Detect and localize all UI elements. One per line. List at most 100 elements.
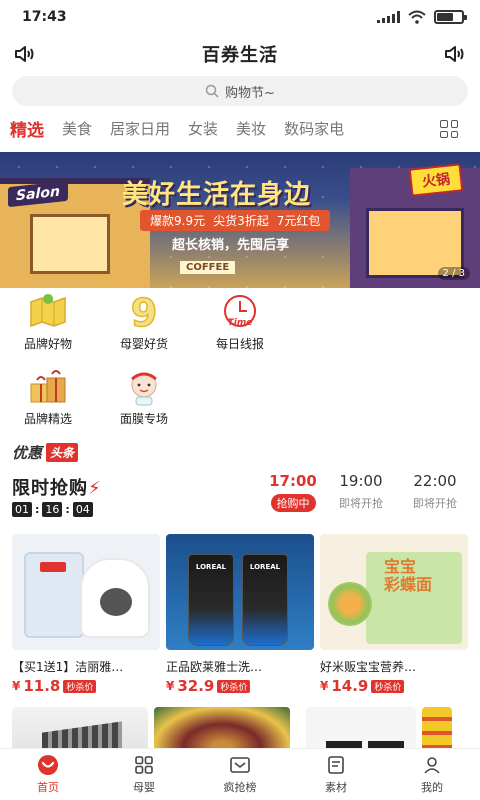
headline-news-bar[interactable]: 优惠 头条	[0, 440, 480, 464]
status-icons	[377, 10, 467, 24]
nav-mine[interactable]: 我的	[384, 749, 480, 800]
product-name: 【买1送1】洁丽雅…	[12, 660, 124, 674]
flash-sale-products: 【买1送1】洁丽雅… ¥ 11.8 秒杀价 正品欧莱雅士洗… ¥ 32.9 秒杀…	[0, 534, 480, 695]
nav-home[interactable]: 首页	[0, 749, 96, 800]
slot-time: 17:00	[269, 472, 317, 490]
flash-sale-title-text: 限时抢购	[12, 478, 88, 499]
banner-headline: 美好生活在身边	[122, 180, 312, 210]
speaker-right-icon[interactable]	[442, 41, 468, 67]
document-icon	[325, 754, 347, 776]
tab-digital[interactable]: 数码家电	[284, 118, 344, 139]
nav-label: 我的	[421, 781, 443, 794]
quick-item-daily-news[interactable]: Time 每日线报	[192, 288, 288, 361]
app-screen: 17:43 百券生活 购物节~ 精选 美食 居家日用 女装 美妆 数码家电 Sa…	[0, 0, 480, 800]
banner-offer: 尖货3折起	[213, 214, 269, 228]
product-image	[166, 534, 314, 650]
gift-boxes-icon	[26, 367, 70, 407]
flash-slot-1700[interactable]: 17:00 抢购中	[258, 472, 328, 512]
quick-item-label: 每日线报	[215, 337, 264, 351]
svg-text:9: 9	[131, 293, 157, 331]
price-value: 32.9	[177, 677, 215, 695]
speaker-left-icon[interactable]	[12, 41, 38, 67]
product-price: ¥ 11.8 秒杀价	[12, 677, 160, 695]
category-grid-icon[interactable]	[440, 120, 458, 138]
tab-food[interactable]: 美食	[62, 118, 92, 139]
flash-slot-2200[interactable]: 22:00 即将开抢	[400, 472, 470, 512]
flash-sale-title: 限时抢购⚡	[12, 474, 102, 500]
quick-item-label: 面膜专场	[119, 412, 168, 426]
product-card[interactable]: 【买1送1】洁丽雅… ¥ 11.8 秒杀价	[12, 534, 160, 695]
price-tag: 秒杀价	[63, 679, 97, 693]
flash-sale-header: 限时抢购⚡ 01 : 16 : 04 17:00 抢购中 19:00 即将开抢 …	[0, 470, 480, 528]
banner-slogan: 超长核销，先囤后享	[172, 238, 290, 253]
tab-beauty[interactable]: 美妆	[236, 118, 266, 139]
lightning-icon: ⚡	[88, 478, 102, 499]
price-currency: ¥	[12, 679, 21, 693]
svg-text:Time: Time	[228, 318, 253, 328]
countdown-minutes: 16	[42, 502, 63, 517]
slot-status: 即将开抢	[339, 497, 383, 510]
signal-icon	[377, 11, 400, 23]
slot-status: 抢购中	[270, 494, 316, 512]
promo-banner[interactable]: Salon 火锅 COFFEE 美好生活在身边 爆款9.9元 尖货3折起 7元红…	[0, 152, 480, 288]
product-price: ¥ 32.9 秒杀价	[166, 677, 314, 695]
quick-item-baby-goods[interactable]: 9 母婴好货	[96, 288, 192, 361]
battery-icon	[434, 10, 467, 24]
price-currency: ¥	[320, 679, 329, 693]
tab-home[interactable]: 居家日用	[110, 118, 170, 139]
quick-item-face-mask[interactable]: 面膜专场	[96, 363, 192, 436]
slot-status: 即将开抢	[413, 497, 457, 510]
quick-item-brand-picks[interactable]: 品牌精选	[0, 363, 96, 436]
wifi-icon	[408, 10, 426, 24]
tab-selected[interactable]: 精选	[10, 116, 44, 141]
price-tag: 秒杀价	[217, 679, 251, 693]
nav-label: 母婴	[133, 781, 155, 794]
headline-logo-part1: 优惠	[12, 443, 43, 462]
page-title: 百券生活	[202, 45, 278, 66]
nav-label: 首页	[37, 781, 59, 794]
banner-offer: 7元红包	[276, 214, 321, 228]
product-image	[12, 534, 160, 650]
slot-time: 22:00	[413, 472, 457, 490]
status-time: 17:43	[22, 9, 67, 25]
headline-logo-part2: 头条	[46, 442, 79, 462]
search-bar[interactable]: 购物节~	[12, 76, 468, 106]
product-name: 好米贩宝宝营养…	[320, 660, 417, 674]
nav-material[interactable]: 素材	[288, 749, 384, 800]
search-icon	[205, 84, 219, 98]
nav-hot-rank[interactable]: 疯抢榜	[192, 749, 288, 800]
countdown-timer: 01 : 16 : 04	[12, 502, 93, 517]
product-card[interactable]: 宝宝 彩蝶面 好米贩宝宝营养… ¥ 14.9 秒杀价	[320, 534, 468, 695]
countdown-seconds: 04	[72, 502, 93, 517]
quick-item-label: 品牌精选	[23, 412, 72, 426]
nav-label: 素材	[325, 781, 347, 794]
flash-slot-1900[interactable]: 19:00 即将开抢	[326, 472, 396, 512]
number-9-icon: 9	[122, 292, 166, 332]
status-bar: 17:43	[0, 0, 480, 34]
price-tag: 秒杀价	[371, 679, 405, 693]
tab-women[interactable]: 女装	[188, 118, 218, 139]
face-mask-icon	[122, 367, 166, 407]
banner-pager: 2 / 3	[437, 267, 470, 280]
quick-item-label: 母婴好货	[119, 337, 168, 351]
user-icon	[421, 754, 443, 776]
bottom-nav: 首页 母婴 疯抢榜 素材 我的	[0, 748, 480, 800]
banner-offer: 爆款9.9元	[150, 214, 206, 228]
countdown-hours: 01	[12, 502, 32, 517]
quick-item-brand-goods[interactable]: 品牌好物	[0, 288, 96, 361]
nav-baby[interactable]: 母婴	[96, 749, 192, 800]
banner-offers: 爆款9.9元 尖货3折起 7元红包	[140, 210, 331, 231]
banner-hotpot-sign: 火锅	[408, 163, 464, 197]
search-placeholder: 购物节~	[225, 85, 275, 101]
product-card[interactable]: 正品欧莱雅士洗… ¥ 32.9 秒杀价	[166, 534, 314, 695]
quick-item-label: 品牌好物	[23, 337, 72, 351]
banner-coffee-sign: COFFEE	[180, 261, 236, 274]
grid-icon	[133, 754, 155, 776]
quick-nav: 品牌好物 9 母婴好货 Time 每日线报 品牌精选 面膜专场	[0, 288, 480, 436]
product-price: ¥ 14.9 秒杀价	[320, 677, 468, 695]
map-icon	[26, 292, 70, 332]
product-image: 宝宝 彩蝶面	[320, 534, 468, 650]
home-smile-icon	[37, 754, 59, 776]
price-value: 11.8	[23, 677, 61, 695]
clock-time-icon: Time	[218, 292, 262, 332]
